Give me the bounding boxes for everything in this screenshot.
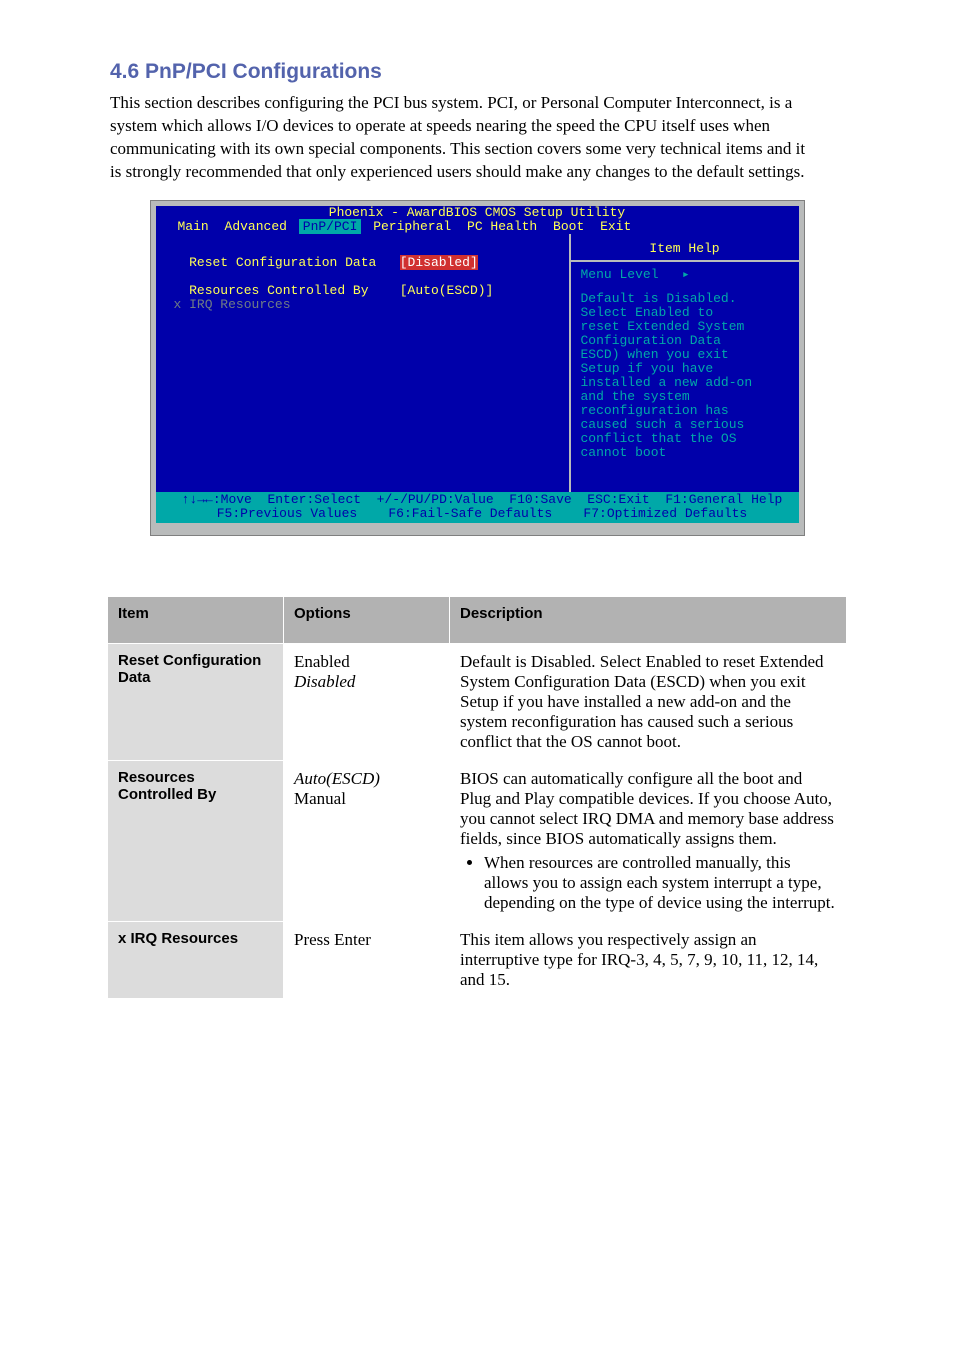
bios-item-irq-resources: x IRQ Resources	[174, 297, 291, 312]
bios-title: Phoenix - AwardBIOS CMOS Setup Utility	[156, 206, 799, 220]
bios-item-reset-config[interactable]: Reset Configuration Data [Disabled]	[174, 256, 561, 270]
bios-help-text: Default is Disabled. Select Enabled to r…	[581, 292, 789, 460]
row3-item: x IRQ Resources	[108, 921, 284, 998]
intro-paragraph: This section describes configuring the P…	[110, 92, 814, 184]
bios-item-resources-controlled[interactable]: Resources Controlled By [Auto(ESCD)]	[174, 284, 561, 298]
bios-screenshot: Phoenix - AwardBIOS CMOS Setup Utility M…	[150, 200, 805, 536]
settings-table: Item Options Description Reset Configura…	[107, 596, 847, 999]
bios-tab-pnppci[interactable]: PnP/PCI	[299, 219, 362, 234]
bios-footer: ↑↓→←:Move Enter:Select +/-/PU/PD:Value F…	[154, 492, 801, 525]
bios-tab-bar: Main Advanced PnP/PCI Peripheral PC Heal…	[156, 220, 799, 234]
bios-tab-exit[interactable]: Exit	[596, 219, 635, 234]
bios-tab-pchealth[interactable]: PC Health	[463, 219, 541, 234]
table-row: x IRQ Resources Press Enter This item al…	[108, 921, 847, 998]
bios-left-pane: Reset Configuration Data [Disabled] Reso…	[156, 234, 571, 492]
th-description: Description	[450, 596, 847, 643]
bios-tab-peripheral[interactable]: Peripheral	[369, 219, 455, 234]
row1-opts: Enabled Disabled	[284, 643, 450, 760]
bios-help-sep	[571, 260, 799, 262]
bios-tab-main[interactable]: Main	[174, 219, 213, 234]
section-heading: 4.6 PnP/PCI Configurations	[110, 60, 954, 84]
row2-desc: BIOS can automatically configure all the…	[450, 760, 847, 921]
table-row: Reset Configuration Data Enabled Disable…	[108, 643, 847, 760]
row3-opts: Press Enter	[284, 921, 450, 998]
th-item: Item	[108, 596, 284, 643]
table-row: Resources Controlled By Auto(ESCD) Manua…	[108, 760, 847, 921]
row2-opts: Auto(ESCD) Manual	[284, 760, 450, 921]
bios-right-pane: Item Help Menu Level ▸ Default is Disabl…	[571, 234, 799, 492]
bios-tab-advanced[interactable]: Advanced	[221, 219, 291, 234]
th-options: Options	[284, 596, 450, 643]
row3-desc: This item allows you respectively assign…	[450, 921, 847, 998]
row2-item: Resources Controlled By	[108, 760, 284, 921]
row1-desc: Default is Disabled. Select Enabled to r…	[450, 643, 847, 760]
bios-menu-level: Menu Level ▸	[581, 268, 789, 282]
row1-item: Reset Configuration Data	[108, 643, 284, 760]
bios-help-title: Item Help	[581, 242, 789, 256]
bios-tab-boot[interactable]: Boot	[549, 219, 588, 234]
